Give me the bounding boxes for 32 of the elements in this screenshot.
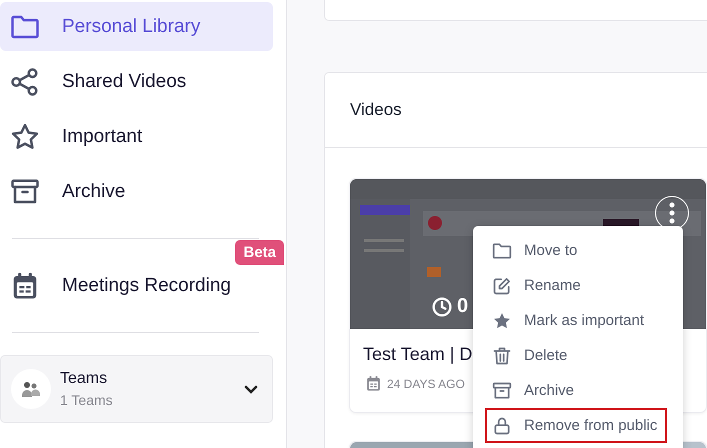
folder-icon [492, 240, 512, 260]
menu-item[interactable]: Delete [485, 338, 667, 373]
video-title: Test Team | D [363, 344, 472, 365]
share-icon [10, 66, 40, 96]
video-date: 24 DAYS AGO [387, 376, 465, 390]
menu-item[interactable]: Mark as important [485, 303, 667, 338]
duration-text: 0 [457, 295, 468, 318]
more-icon [669, 202, 675, 224]
lock-icon [492, 416, 512, 436]
menu-item[interactable]: Archive [485, 373, 667, 408]
panel-title: Videos [350, 100, 402, 120]
sidebar-item[interactable]: Important [0, 112, 273, 161]
teams-count: 1 Teams [60, 392, 114, 408]
people-icon [22, 381, 40, 397]
chevron-icon [244, 384, 258, 394]
archive-icon [10, 176, 40, 206]
sidebar-item[interactable]: Personal Library [0, 2, 273, 51]
menu-item[interactable]: Move to [485, 233, 667, 268]
teams-title: Teams [60, 370, 108, 388]
sidebar-item[interactable]: Archive [0, 167, 273, 216]
pencil-icon [492, 276, 512, 296]
clock-icon [432, 296, 452, 316]
teams-dropdown[interactable]: Teams 1 Teams [0, 355, 273, 423]
star-icon [492, 310, 512, 330]
menu-item[interactable]: Rename [485, 268, 667, 303]
archive-icon [492, 380, 512, 400]
menu-item[interactable]: Remove from public [485, 408, 667, 443]
trash-icon [492, 346, 512, 366]
star-icon [10, 122, 40, 152]
beta-badge: Beta [235, 240, 284, 265]
calendar-icon [365, 375, 382, 392]
sidebar-item[interactable]: Shared Videos [0, 57, 273, 106]
